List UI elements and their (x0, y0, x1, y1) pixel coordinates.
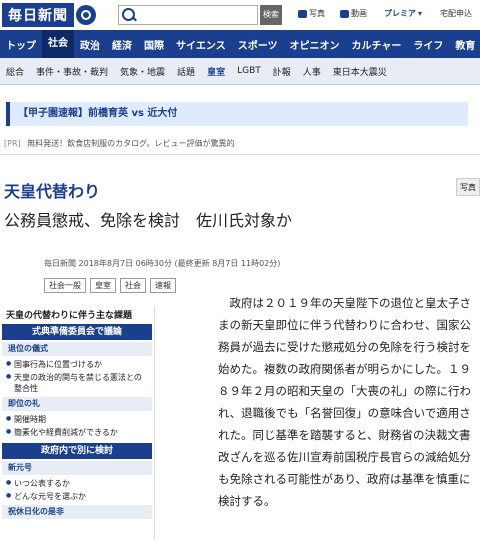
article-tag[interactable]: 皇室 (90, 278, 116, 293)
global-nav-item[interactable]: 経済 (106, 37, 138, 52)
article-meta: 毎日新聞 2018年8月7日 06時30分 (最終更新 8月7日 11時02分) (44, 259, 281, 268)
logo-text: 毎日新聞 (2, 3, 74, 27)
premium-label: プレミア (384, 9, 416, 18)
sub-nav-item[interactable]: 話題 (171, 65, 201, 78)
video-link-label: 動画 (351, 9, 367, 18)
sidebar-item: 開催時期 (0, 413, 154, 426)
global-nav-item[interactable]: カルチャー (346, 37, 408, 52)
photo-link-label: 写真 (309, 9, 325, 18)
sub-nav-item[interactable]: 事件・事故・裁判 (30, 65, 114, 78)
sidebar-item: 天皇の政治的関与を禁じる憲法との整合性 (0, 371, 154, 395)
article-body: 政府は２０１９年の天皇陛下の退位と皇太子さまの新天皇即位に伴う代替わりに合わせ、… (218, 292, 472, 512)
global-nav-item[interactable]: サイエンス (170, 37, 232, 52)
premium-link[interactable]: プレミア ▾ (384, 8, 422, 19)
sidebar-band: 式典準備委員会で議論 (2, 324, 152, 340)
search-button[interactable]: 検索 (260, 5, 282, 25)
sidebar-section: 新元号 (2, 461, 152, 475)
sub-nav-item[interactable]: 東日本大震災 (327, 65, 393, 78)
camera-icon (298, 9, 307, 18)
sidebar-section: 即位の礼 (2, 397, 152, 411)
logo-mark-icon (76, 5, 96, 25)
sub-nav: 総合 事件・事故・裁判 気象・地震 話題 皇室 LGBT 訃報 人事 東日本大震災 (0, 58, 480, 85)
sub-nav-item[interactable]: 総合 (0, 65, 30, 78)
article-headline: 公務員懲戒、免除を検討 佐川氏対象か (4, 211, 293, 230)
sidebar-section: 祝休日化の是非 (2, 505, 152, 519)
search-icon (122, 8, 135, 21)
article-tags: 社会一般 皇室 社会 速報 (44, 278, 180, 293)
global-nav-item[interactable]: 国際 (138, 37, 170, 52)
sub-nav-item[interactable]: 皇室 (201, 65, 231, 78)
video-link[interactable]: 動画 (340, 8, 367, 19)
sub-nav-item[interactable]: 人事 (297, 65, 327, 78)
issues-sidebar: 天皇の代替わりに伴う主な課題 式典準備委員会で議論 退位の儀式 国事行為に位置づ… (0, 306, 155, 540)
sub-nav-item[interactable]: 訃報 (267, 65, 297, 78)
search-input[interactable] (118, 5, 258, 25)
global-nav-item[interactable]: 政治 (74, 37, 106, 52)
sidebar-item: いつ公表するか (0, 477, 154, 490)
global-nav-item[interactable]: 社会 (42, 30, 74, 58)
global-nav: トップ 社会 政治 経済 国際 サイエンス スポーツ オピニオン カルチャー ライフ 教育 (0, 30, 480, 58)
mainichi-logo[interactable]: 毎日新聞 (2, 3, 96, 27)
global-nav-item[interactable]: 教育 (449, 37, 480, 52)
breaking-news-banner[interactable]: 【甲子園速報】前橋育英 vs 近大付 (6, 102, 468, 126)
global-nav-item[interactable]: トップ (0, 37, 42, 52)
video-icon (340, 9, 349, 18)
delivery-label: 宅配申込 (440, 9, 472, 18)
pr-text: 無料発送！飲食店制服のカタログ。レビュー評価が驚異的 (27, 139, 235, 148)
sidebar-band: 政府内で別に検討 (2, 443, 152, 459)
article-tag[interactable]: 速報 (150, 278, 176, 293)
global-nav-item[interactable]: スポーツ (232, 37, 284, 52)
pr-ad[interactable]: [PR] 無料発送！飲食店制服のカタログ。レビュー評価が驚異的 (4, 138, 235, 149)
photo-link[interactable]: 写真 (298, 8, 325, 19)
article-tag[interactable]: 社会 (120, 278, 146, 293)
article-paragraph: 政府は２０１９年の天皇陛下の退位と皇太子さまの新天皇即位に伴う代替わりに合わせ、… (218, 296, 471, 508)
photo-tab[interactable]: 写真 (456, 178, 480, 196)
delivery-link[interactable]: 宅配申込 (440, 8, 472, 19)
sidebar-section: 退位の儀式 (2, 342, 152, 356)
global-nav-item[interactable]: ライフ (407, 37, 449, 52)
sidebar-item: どんな元号を選ぶか (0, 490, 154, 503)
pr-tag: [PR] (4, 139, 21, 148)
divider (0, 154, 480, 155)
article-kicker[interactable]: 天皇代替わり (4, 178, 100, 202)
sidebar-title: 天皇の代替わりに伴う主な課題 (6, 311, 133, 321)
chevron-down-icon: ▾ (418, 9, 423, 18)
sub-nav-item[interactable]: LGBT (231, 66, 267, 76)
global-nav-item[interactable]: オピニオン (284, 37, 346, 52)
article-tag[interactable]: 社会一般 (44, 278, 86, 293)
sub-nav-item[interactable]: 気象・地震 (114, 65, 171, 78)
top-bar: 毎日新聞 検索 写真 動画 プレミア ▾ 宅配申込 (0, 0, 480, 30)
sidebar-item: 国事行為に位置づけるか (0, 358, 154, 371)
sidebar-item: 簡素化や経費削減ができるか (0, 426, 154, 439)
